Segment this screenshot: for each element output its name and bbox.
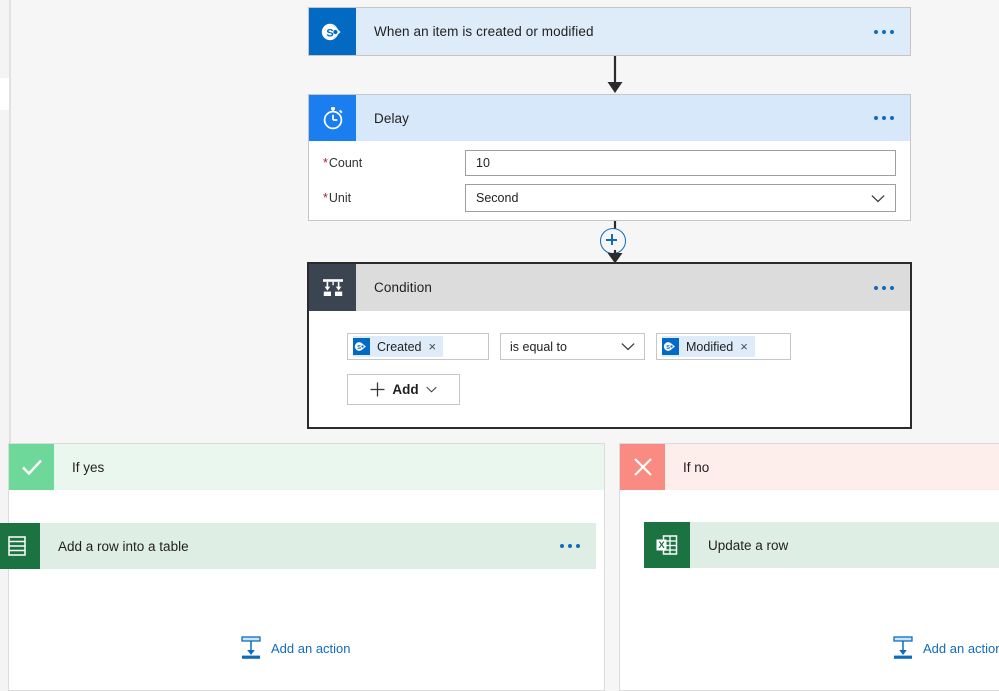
condition-card[interactable]: Condition S Created × is equal to S Modi… [307,262,912,429]
required-asterisk: * [323,191,328,205]
trigger-card-title: When an item is created or modified [374,24,594,39]
chevron-down-icon [621,343,635,351]
condition-card-header[interactable]: Condition [309,264,910,311]
condition-card-menu-button[interactable] [858,264,910,311]
count-field-label: *Count [323,156,363,170]
unit-field-label: *Unit [323,191,352,205]
close-icon [620,444,665,490]
token-modified-remove-icon[interactable]: × [740,339,748,354]
delay-fields: *Count 10 *Unit Second [309,141,910,220]
branch-if-no-header: If no [620,444,999,490]
unit-select[interactable]: Second [465,184,896,212]
add-an-action-label: Add an action [923,640,999,656]
chevron-down-icon [425,386,437,393]
add-condition-label: Add [392,382,419,397]
add-an-action-button-yes[interactable]: Add an action [240,636,351,660]
condition-body: S Created × is equal to S Modified × Add [309,311,910,405]
branch-if-yes[interactable]: If yes Add a row into a table Add an act… [0,443,605,691]
sharepoint-icon: S [353,338,370,355]
count-input-value: 10 [476,156,490,170]
svg-text:X: X [658,540,665,551]
count-input[interactable]: 10 [465,150,896,176]
insert-action-icon [893,636,913,659]
excel-icon: X [644,522,690,568]
add-condition-button[interactable]: Add [347,374,460,405]
token-modified-label: Modified [686,339,734,354]
token-modified[interactable]: S Modified × [662,336,755,357]
branch-if-no-label: If no [683,459,710,475]
branch-if-yes-header: If yes [9,444,604,490]
flow-canvas[interactable]: S When an item is created or modified De… [0,0,999,691]
plus-icon [370,382,385,397]
insert-action-icon [241,636,261,659]
chevron-down-icon [871,194,885,202]
condition-row: S Created × is equal to S Modified × [347,333,910,360]
svg-text:S: S [357,345,361,351]
action-card-menu-button[interactable] [544,523,596,569]
action-card-title: Add a row into a table [58,538,189,554]
condition-icon [309,264,356,311]
left-scroll-thumb[interactable] [0,78,9,110]
add-an-action-label: Add an action [271,640,351,656]
delay-card-title: Delay [374,110,410,126]
required-asterisk: * [323,156,328,170]
action-card-add-a-row-into-a-table[interactable]: Add a row into a table [0,523,596,569]
unit-select-value: Second [476,191,519,205]
field-row-count: *Count 10 [323,150,896,176]
branch-if-yes-label: If yes [72,459,105,475]
delay-card[interactable]: Delay *Count 10 *Unit Second [308,94,911,221]
condition-operator-select[interactable]: is equal to [500,333,645,360]
svg-text:S: S [666,345,670,351]
stopwatch-icon [309,95,356,141]
connector-arrow-trigger-delay [607,56,623,93]
trigger-card-header[interactable]: S When an item is created or modified [309,8,910,55]
excel-icon [0,523,40,569]
token-created[interactable]: S Created × [353,336,444,357]
trigger-card-menu-button[interactable] [858,8,910,55]
token-created-label: Created [377,339,422,354]
trigger-card[interactable]: S When an item is created or modified [308,7,911,56]
condition-operator-value: is equal to [510,339,567,354]
token-created-remove-icon[interactable]: × [428,339,436,354]
check-icon [9,444,54,490]
condition-right-operand[interactable]: S Modified × [656,333,791,360]
sharepoint-icon: S [309,8,356,55]
sharepoint-icon: S [662,338,679,355]
add-an-action-button-no[interactable]: Add an action [892,636,999,660]
field-row-unit: *Unit Second [323,184,896,212]
svg-text:S: S [326,27,333,39]
delay-card-menu-button[interactable] [858,95,910,141]
action-card-title: Update a row [708,537,789,553]
delay-card-header[interactable]: Delay [309,95,910,141]
condition-left-operand[interactable]: S Created × [347,333,489,360]
condition-card-title: Condition [374,280,432,295]
branch-if-no[interactable]: If no X Update a row Add an action [619,443,999,691]
action-card-update-a-row[interactable]: X Update a row [644,522,999,568]
